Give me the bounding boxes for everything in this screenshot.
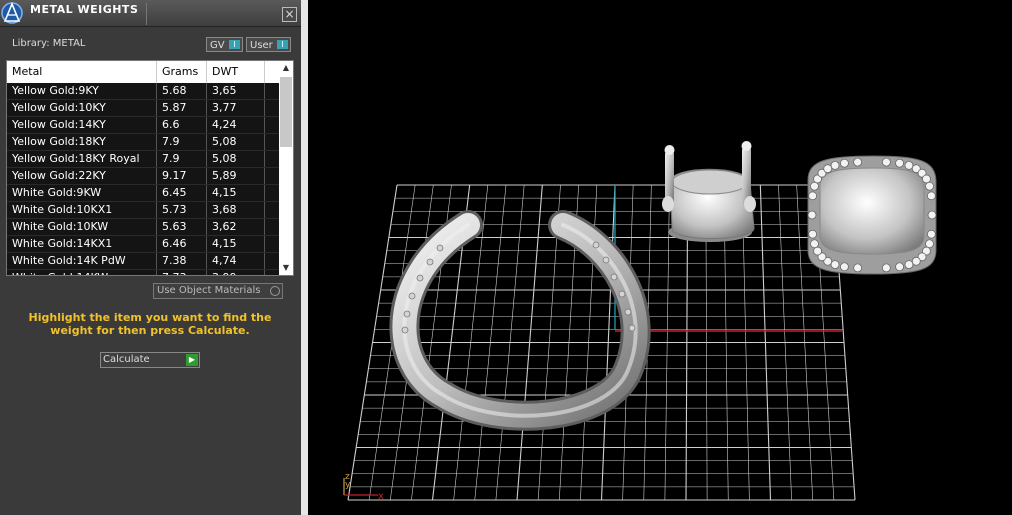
use-object-materials-label: Use Object Materials xyxy=(157,285,261,296)
cell-blank xyxy=(265,168,279,184)
cell-dwt: 5,08 xyxy=(207,134,265,150)
viewport-canvas[interactable]: z y x xyxy=(308,0,1012,515)
title-divider xyxy=(146,3,147,25)
table-row[interactable]: Yellow Gold:22KY 9.17 5,89 xyxy=(7,168,279,185)
cell-dwt: 5,08 xyxy=(207,151,265,167)
metal-weights-panel: METAL WEIGHTS × Library: METAL GV I User… xyxy=(0,0,301,515)
cell-grams: 6.6 xyxy=(157,117,207,133)
panel-divider[interactable] xyxy=(301,0,308,515)
cell-grams: 7.9 xyxy=(157,151,207,167)
table-header: Metal Grams DWT xyxy=(7,61,279,83)
calculate-button[interactable]: Calculate ▶ xyxy=(100,352,200,368)
cell-blank xyxy=(265,117,279,133)
cell-grams: 7.73 xyxy=(157,270,207,275)
app-logo-icon xyxy=(1,1,23,24)
cell-dwt: 3,68 xyxy=(207,202,265,218)
use-object-materials-toggle[interactable]: Use Object Materials xyxy=(153,283,283,299)
cell-blank xyxy=(265,134,279,150)
ring-shank[interactable] xyxy=(389,210,651,431)
column-header-dwt[interactable]: DWT xyxy=(207,61,265,83)
cell-metal: White Gold:9KW xyxy=(7,185,157,201)
cell-dwt: 4,74 xyxy=(207,253,265,269)
table-row[interactable]: White Gold:10KX1 5.73 3,68 xyxy=(7,202,279,219)
panel-titlebar[interactable]: METAL WEIGHTS × xyxy=(0,0,301,27)
column-header-grams[interactable]: Grams xyxy=(157,61,207,83)
column-header-metal[interactable]: Metal xyxy=(7,61,157,83)
radio-indicator-icon xyxy=(270,286,280,296)
table-row[interactable]: White Gold:10KW 5.63 3,62 xyxy=(7,219,279,236)
play-arrow-icon: ▶ xyxy=(186,354,198,366)
table-row[interactable]: Yellow Gold:18KY Royal 7.9 5,08 xyxy=(7,151,279,168)
cell-dwt: 4,24 xyxy=(207,117,265,133)
cell-blank xyxy=(265,253,279,269)
cell-grams: 5.63 xyxy=(157,219,207,235)
column-header-blank xyxy=(265,61,279,83)
cell-grams: 5.68 xyxy=(157,83,207,99)
cell-metal: Yellow Gold:9KY xyxy=(7,83,157,99)
cell-blank xyxy=(265,185,279,201)
cell-grams: 5.87 xyxy=(157,100,207,116)
gv-toggle[interactable]: GV I xyxy=(206,37,243,52)
cell-grams: 6.46 xyxy=(157,236,207,252)
cell-blank xyxy=(265,219,279,235)
metal-table: Metal Grams DWT Yellow Gold:9KY 5.68 3,65 Y… xyxy=(6,60,294,276)
library-label: Library: METAL xyxy=(12,38,86,49)
four-prong-head[interactable] xyxy=(662,141,756,242)
cell-grams: 5.73 xyxy=(157,202,207,218)
cell-metal: Yellow Gold:14KY xyxy=(7,117,157,133)
cell-dwt: 4,15 xyxy=(207,236,265,252)
cell-grams: 9.17 xyxy=(157,168,207,184)
cell-grams: 7.9 xyxy=(157,134,207,150)
close-icon: × xyxy=(284,7,295,21)
cell-dwt: 3,62 xyxy=(207,219,265,235)
halo-setting[interactable] xyxy=(807,155,937,275)
cell-dwt: 5,89 xyxy=(207,168,265,184)
table-row[interactable]: White Gold:14KX1 6.46 4,15 xyxy=(7,236,279,253)
table-row[interactable]: Yellow Gold:14KY 6.6 4,24 xyxy=(7,117,279,134)
cell-blank xyxy=(265,83,279,99)
close-button[interactable]: × xyxy=(282,7,297,22)
cell-metal: Yellow Gold:18KY Royal xyxy=(7,151,157,167)
cell-grams: 7.38 xyxy=(157,253,207,269)
cell-metal: Yellow Gold:10KY xyxy=(7,100,157,116)
toggle-indicator-icon: I xyxy=(277,40,288,49)
table-row[interactable]: White Gold:9KW 6.45 4,15 xyxy=(7,185,279,202)
3d-viewport[interactable]: z y x xyxy=(308,0,1012,515)
panel-title: METAL WEIGHTS xyxy=(30,3,139,16)
scroll-down-icon[interactable]: ▼ xyxy=(279,261,293,275)
user-toggle-label: User xyxy=(250,40,273,51)
table-row[interactable]: Yellow Gold:18KY 7.9 5,08 xyxy=(7,134,279,151)
cell-metal: White Gold:10KW xyxy=(7,219,157,235)
calculate-label: Calculate xyxy=(103,354,150,365)
user-toggle[interactable]: User I xyxy=(246,37,291,52)
table-row[interactable]: White Gold:14K PdW 7.38 4,74 xyxy=(7,253,279,270)
cell-blank xyxy=(265,100,279,116)
gizmo-y-label: y xyxy=(345,480,351,490)
table-row[interactable]: White Gold:14KW7.733,99 xyxy=(7,270,279,275)
cell-metal: Yellow Gold:22KY xyxy=(7,168,157,184)
scroll-thumb[interactable] xyxy=(280,77,292,147)
cell-metal: White Gold:14K PdW xyxy=(7,253,157,269)
cell-blank xyxy=(265,151,279,167)
table-row[interactable]: Yellow Gold:10KY 5.87 3,77 xyxy=(7,100,279,117)
gv-toggle-label: GV xyxy=(210,40,225,51)
cell-dwt: 3,65 xyxy=(207,83,265,99)
instruction-text: Highlight the item you want to find the … xyxy=(28,311,272,337)
cell-blank xyxy=(265,236,279,252)
cell-blank xyxy=(265,270,279,275)
table-scrollbar[interactable]: ▲ ▼ xyxy=(279,61,293,275)
cell-metal: Yellow Gold:18KY xyxy=(7,134,157,150)
cell-dwt: 4,15 xyxy=(207,185,265,201)
gizmo-x-label: x xyxy=(378,491,384,502)
cell-metal: White Gold:14KX1 xyxy=(7,236,157,252)
cell-metal: White Gold:14KW xyxy=(7,270,157,275)
cell-dwt: 3,99 xyxy=(207,270,265,275)
toggle-indicator-icon: I xyxy=(229,40,240,49)
cell-blank xyxy=(265,202,279,218)
scroll-up-icon[interactable]: ▲ xyxy=(279,61,293,75)
cell-grams: 6.45 xyxy=(157,185,207,201)
table-row[interactable]: Yellow Gold:9KY 5.68 3,65 xyxy=(7,83,279,100)
cell-metal: White Gold:10KX1 xyxy=(7,202,157,218)
cell-dwt: 3,77 xyxy=(207,100,265,116)
